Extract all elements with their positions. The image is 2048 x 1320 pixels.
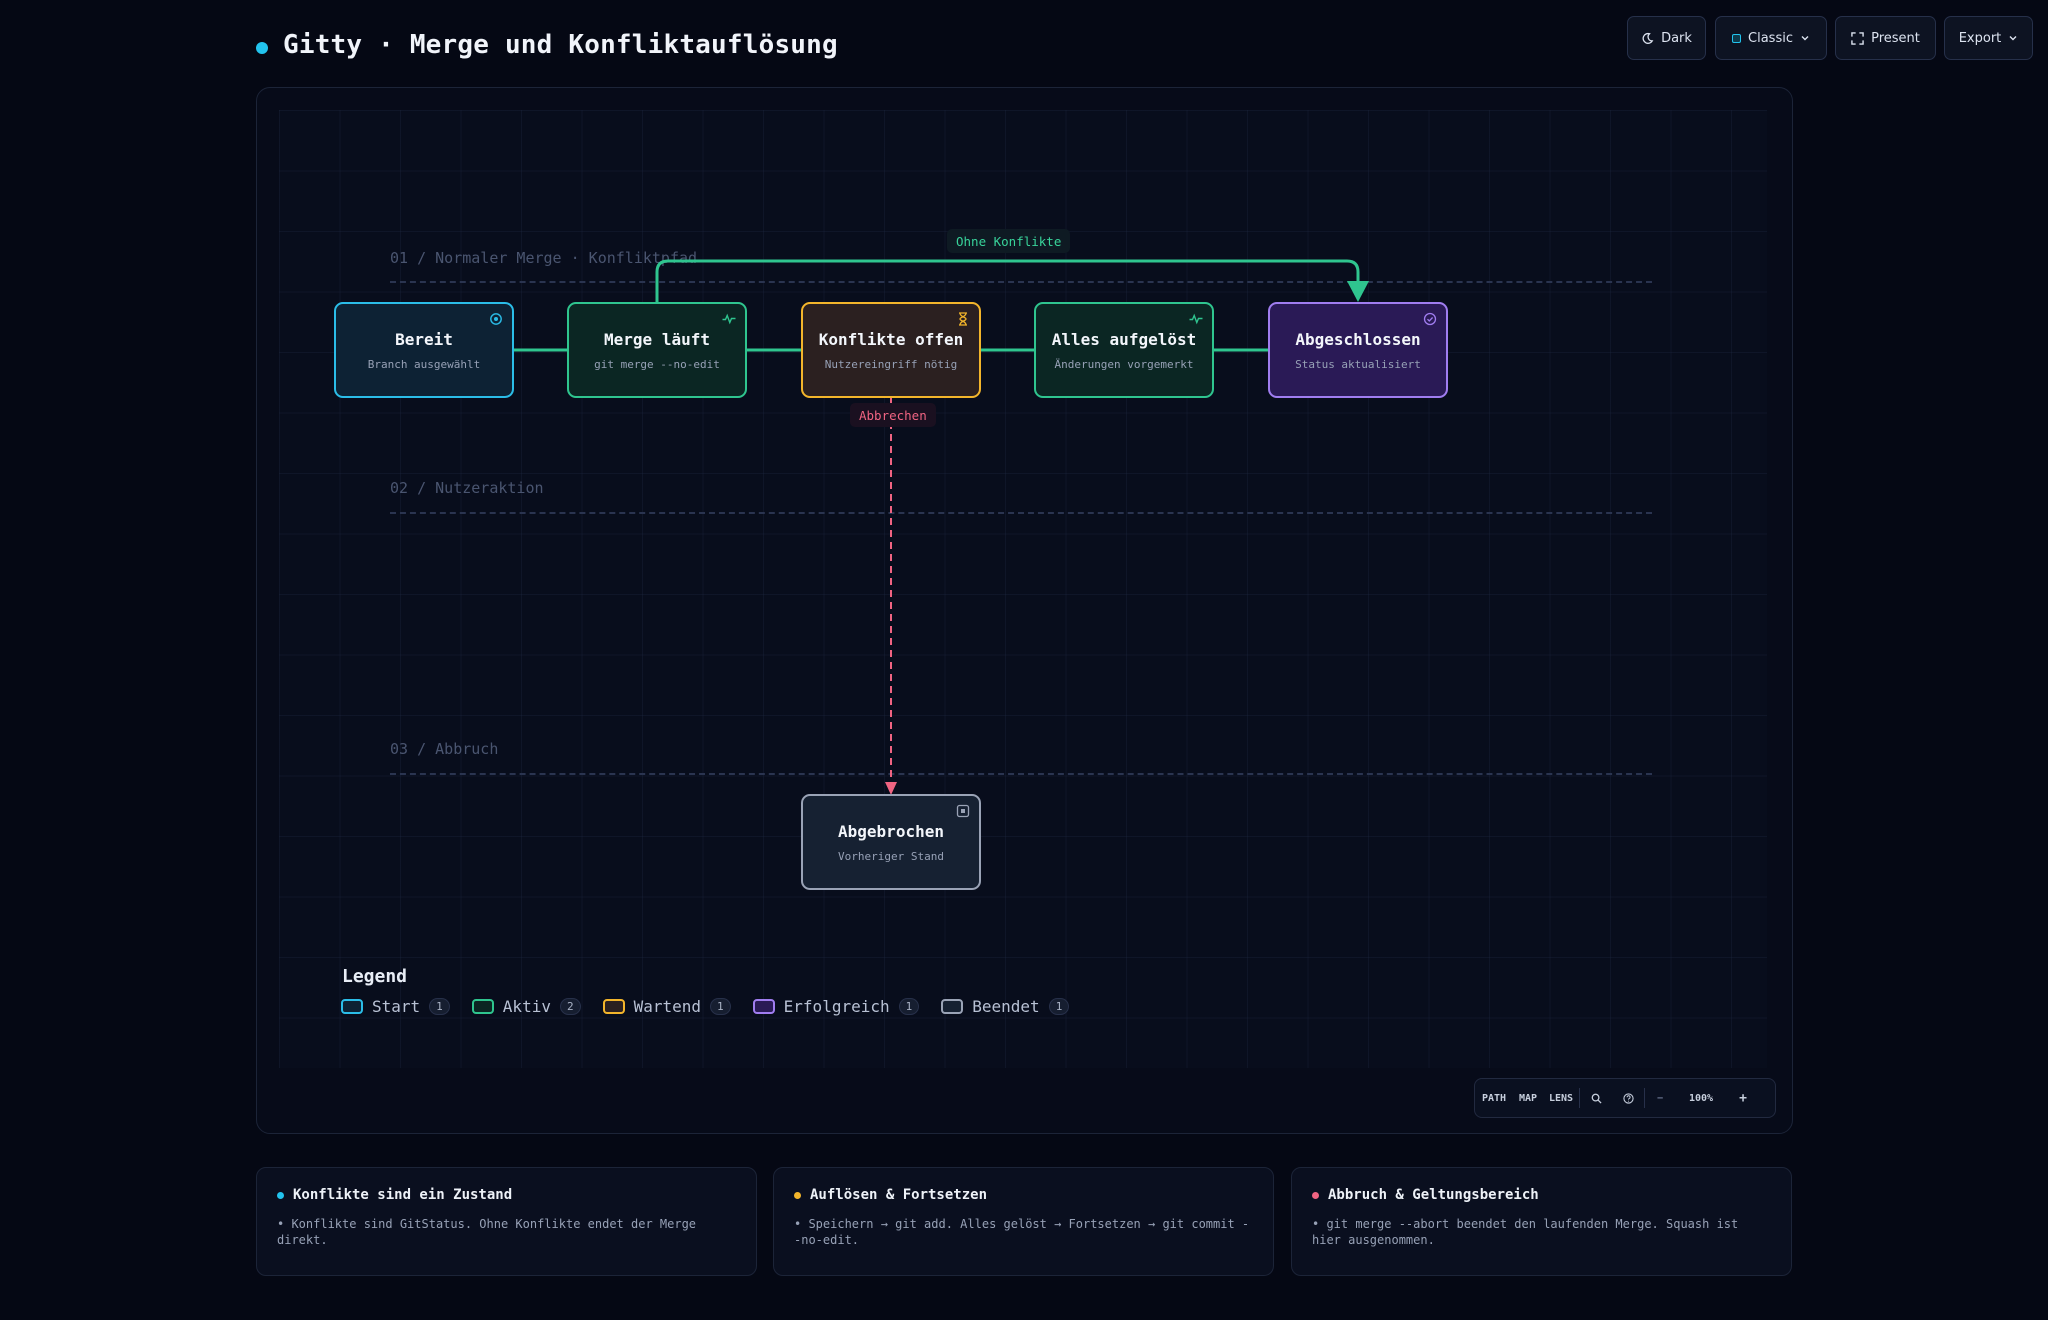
check-circle-icon [1423, 312, 1437, 326]
legend-swatch [341, 999, 363, 1014]
legend-swatch [941, 999, 964, 1014]
legend-count: 1 [898, 998, 920, 1015]
node-konflikte-offen[interactable]: Konflikte offen Nutzereingriff nötig [801, 302, 981, 398]
legend-count: 1 [710, 998, 731, 1015]
info-card-konflikte: Konflikte sind ein Zustand • Konflikte s… [256, 1167, 757, 1276]
legend-swatch [752, 999, 775, 1014]
card-body: • git merge --abort beendet den laufende… [1312, 1217, 1739, 1247]
node-title: Abgeschlossen [1295, 329, 1421, 349]
legend-item-beendet[interactable]: Beendet 1 [941, 997, 1070, 1016]
info-card-abbruch: Abbruch & Geltungsbereich • git merge --… [1291, 1167, 1792, 1276]
legend-title: Legend [342, 966, 408, 987]
node-abgebrochen[interactable]: Abgebrochen Vorheriger Stand [801, 794, 981, 890]
edge-label-abbrechen: Abbrechen [850, 403, 936, 427]
legend-swatch [471, 999, 494, 1014]
card-title: Konflikte sind ein Zustand [293, 1187, 513, 1203]
legend-item-wartend[interactable]: Wartend 1 [602, 997, 731, 1016]
card-title: Auflösen & Fortsetzen [810, 1187, 988, 1203]
card-dot [277, 1191, 284, 1199]
legend-item-aktiv[interactable]: Aktiv 2 [471, 997, 581, 1016]
style-dropdown[interactable]: Classic [1715, 16, 1827, 60]
node-title: Alles aufgelöst [1051, 329, 1197, 349]
stop-square-icon [956, 804, 970, 818]
legend-item-erfolgreich[interactable]: Erfolgreich 1 [752, 997, 920, 1016]
legend: Start 1 Aktiv 2 Wartend 1 Erfolgreich 1 … [341, 997, 1070, 1016]
card-body: • Konflikte sind GitStatus. Ohne Konflik… [277, 1217, 697, 1247]
fullscreen-icon [1851, 31, 1864, 45]
node-alles-aufgeloest[interactable]: Alles aufgelöst Änderungen vorgemerkt [1034, 302, 1214, 398]
node-title: Abgebrochen [838, 821, 944, 841]
legend-count: 2 [559, 998, 581, 1015]
export-label: Export [1958, 30, 2002, 46]
node-subtitle: Status aktualisiert [1295, 357, 1421, 371]
legend-count: 1 [1048, 998, 1070, 1015]
style-swatch-icon [1732, 33, 1742, 43]
node-subtitle: Nutzereingriff nötig [824, 357, 958, 371]
info-card-aufloesen: Auflösen & Fortsetzen • Speichern → git … [773, 1167, 1274, 1276]
target-icon [490, 313, 502, 325]
lane-label-abort: 03 / Abbruch [390, 740, 499, 758]
card-dot [794, 1191, 801, 1199]
legend-item-start[interactable]: Start 1 [341, 997, 450, 1016]
card-dot [1312, 1191, 1319, 1199]
legend-label: Start [372, 997, 421, 1016]
zoom-in-button[interactable]: + [1727, 1079, 1759, 1117]
present-label: Present [1871, 30, 1920, 46]
node-subtitle: Änderungen vorgemerkt [1054, 357, 1194, 371]
node-subtitle: Branch ausgewählt [367, 357, 481, 371]
legend-label: Aktiv [502, 997, 551, 1016]
legend-label: Erfolgreich [783, 997, 890, 1016]
card-body: • Speichern → git add. Alles gelöst → Fo… [794, 1217, 1250, 1247]
node-title: Bereit [395, 329, 453, 349]
lane-divider-3 [390, 773, 1652, 775]
present-button[interactable]: Present [1835, 16, 1936, 60]
theme-label: Dark [1661, 30, 1692, 46]
zoom-help-button[interactable] [1612, 1079, 1644, 1117]
moon-icon [1642, 32, 1654, 44]
export-dropdown[interactable]: Export [1944, 16, 2033, 60]
node-subtitle: git merge --no-edit [594, 357, 720, 371]
lens-view-button[interactable]: LENS [1543, 1079, 1579, 1117]
title-status-dot [256, 42, 268, 54]
lane-divider-2 [390, 512, 1652, 514]
legend-count: 1 [429, 998, 450, 1015]
zoom-search-button[interactable] [1580, 1079, 1612, 1117]
node-title: Merge läuft [604, 329, 710, 349]
search-icon [1591, 1093, 1602, 1104]
zoom-out-button[interactable]: − [1645, 1079, 1675, 1117]
legend-label: Wartend [633, 997, 702, 1016]
theme-toggle-button[interactable]: Dark [1627, 16, 1706, 60]
legend-label: Beendet [972, 997, 1040, 1016]
node-merge-laeuft[interactable]: Merge läuft git merge --no-edit [567, 302, 747, 398]
help-icon [1622, 1092, 1634, 1104]
zoom-toolbar: PATH MAP LENS − 100% + [1474, 1078, 1776, 1118]
node-title: Konflikte offen [818, 329, 964, 349]
page-title: Gitty · Merge und Konfliktauflösung [283, 30, 838, 60]
path-view-button[interactable]: PATH [1475, 1079, 1513, 1117]
hourglass-icon [959, 312, 967, 326]
chevron-down-icon [2009, 36, 2017, 41]
card-title: Abbruch & Geltungsbereich [1328, 1187, 1539, 1203]
zoom-level: 100% [1688, 1092, 1714, 1104]
pulse-icon [722, 313, 736, 325]
lane-divider-1 [390, 281, 1652, 283]
legend-swatch [602, 999, 625, 1014]
chevron-down-icon [1801, 36, 1809, 41]
pulse-icon [1189, 313, 1203, 325]
node-abgeschlossen[interactable]: Abgeschlossen Status aktualisiert [1268, 302, 1448, 398]
node-subtitle: Vorheriger Stand [838, 849, 944, 863]
lane-label-user-action: 02 / Nutzeraktion [390, 479, 544, 497]
map-view-button[interactable]: MAP [1513, 1079, 1543, 1117]
node-bereit[interactable]: Bereit Branch ausgewählt [334, 302, 514, 398]
lane-label-normal-merge: 01 / Normaler Merge · Konfliktpfad [390, 249, 698, 267]
style-label: Classic [1748, 30, 1793, 46]
edge-label-ohne-konflikte: Ohne Konflikte [947, 229, 1071, 253]
